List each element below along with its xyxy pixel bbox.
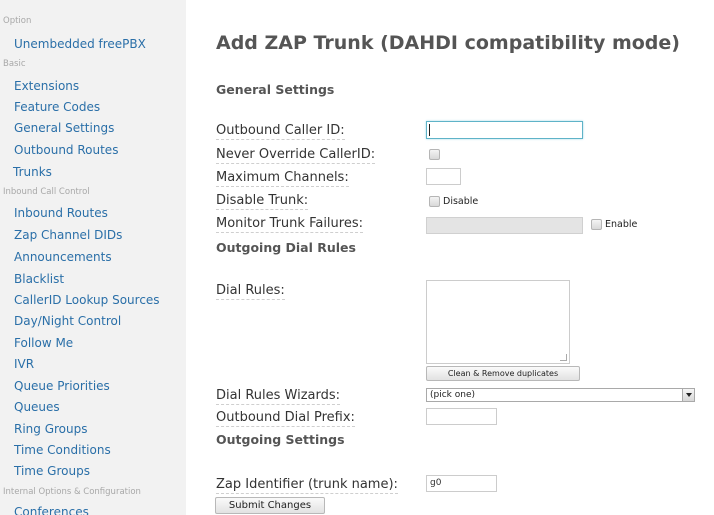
- dial-rules-wizards-label: Dial Rules Wizards:: [216, 388, 341, 405]
- dial-rules-wizards-selected: (pick one): [430, 390, 476, 400]
- sidebar-item-blacklist[interactable]: Blacklist: [0, 269, 186, 289]
- sidebar-item-ivr[interactable]: IVR: [0, 354, 186, 374]
- sidebar-section-inbound-call-control: Inbound Call Control: [3, 187, 90, 197]
- chevron-down-icon[interactable]: [682, 389, 694, 401]
- sidebar-item-conferences[interactable]: Conferences: [0, 502, 186, 515]
- section-general-settings: General Settings: [216, 82, 335, 97]
- never-override-callerid-checkbox[interactable]: [429, 149, 440, 160]
- page-title: Add ZAP Trunk (DAHDI compatibility mode): [216, 32, 680, 54]
- zap-identifier-label: Zap Identifier (trunk name):: [216, 477, 398, 494]
- monitor-enable-checkbox[interactable]: [591, 219, 602, 230]
- text-caret: [429, 124, 430, 136]
- sidebar-item-extensions[interactable]: Extensions: [0, 76, 186, 96]
- sidebar-section-internal-options: Internal Options & Configuration: [3, 487, 141, 497]
- resize-grip-icon[interactable]: [560, 354, 567, 361]
- disable-trunk-label: Disable Trunk:: [216, 193, 309, 210]
- sidebar: Option Unembedded freePBX Basic Extensio…: [0, 0, 186, 515]
- zap-identifier-value: g0: [430, 478, 442, 488]
- sidebar-item-callerid-lookup-sources[interactable]: CallerID Lookup Sources: [0, 290, 186, 310]
- enable-checkbox-label: Enable: [605, 219, 638, 230]
- sidebar-item-general-settings[interactable]: General Settings: [0, 118, 186, 138]
- section-outgoing-settings: Outgoing Settings: [216, 432, 345, 447]
- maximum-channels-input[interactable]: [426, 168, 461, 185]
- sidebar-section-option: Option: [3, 16, 32, 26]
- sidebar-item-day-night-control[interactable]: Day/Night Control: [0, 311, 186, 331]
- sidebar-item-time-conditions[interactable]: Time Conditions: [0, 440, 186, 460]
- sidebar-item-inbound-routes[interactable]: Inbound Routes: [0, 203, 186, 223]
- sidebar-item-time-groups[interactable]: Time Groups: [0, 461, 186, 481]
- outbound-dial-prefix-input[interactable]: [426, 408, 497, 425]
- dial-rules-wizards-select[interactable]: (pick one): [426, 388, 695, 402]
- submit-changes-button[interactable]: Submit Changes: [215, 497, 325, 514]
- outbound-dial-prefix-label: Outbound Dial Prefix:: [216, 410, 355, 427]
- sidebar-item-queues[interactable]: Queues: [0, 397, 186, 417]
- sidebar-item-queue-priorities[interactable]: Queue Priorities: [0, 376, 186, 396]
- outbound-caller-id-label: Outbound Caller ID:: [216, 123, 345, 140]
- monitor-trunk-failures-label: Monitor Trunk Failures:: [216, 216, 363, 233]
- sidebar-item-zap-channel-dids[interactable]: Zap Channel DIDs: [0, 225, 186, 245]
- outbound-caller-id-input[interactable]: [426, 121, 583, 139]
- sidebar-item-feature-codes[interactable]: Feature Codes: [0, 97, 186, 117]
- clean-remove-duplicates-button[interactable]: Clean & Remove duplicates: [426, 366, 580, 381]
- sidebar-item-announcements[interactable]: Announcements: [0, 247, 186, 267]
- sidebar-item-follow-me[interactable]: Follow Me: [0, 333, 186, 353]
- sidebar-item-trunks[interactable]: Trunks: [0, 162, 186, 182]
- maximum-channels-label: Maximum Channels:: [216, 170, 349, 187]
- sidebar-item-ring-groups[interactable]: Ring Groups: [0, 419, 186, 439]
- disable-checkbox-label: Disable: [443, 196, 479, 207]
- never-override-callerid-label: Never Override CallerID:: [216, 147, 376, 164]
- sidebar-section-basic: Basic: [3, 59, 26, 69]
- sidebar-item-outbound-routes[interactable]: Outbound Routes: [0, 140, 186, 160]
- monitor-trunk-failures-input[interactable]: [426, 217, 583, 234]
- sidebar-item-unembedded-freepbx[interactable]: Unembedded freePBX: [0, 34, 186, 54]
- section-outgoing-dial-rules: Outgoing Dial Rules: [216, 240, 356, 255]
- dial-rules-textarea[interactable]: [426, 280, 570, 364]
- disable-trunk-checkbox[interactable]: [429, 196, 440, 207]
- dial-rules-label: Dial Rules:: [216, 283, 285, 300]
- zap-identifier-input[interactable]: g0: [426, 475, 497, 492]
